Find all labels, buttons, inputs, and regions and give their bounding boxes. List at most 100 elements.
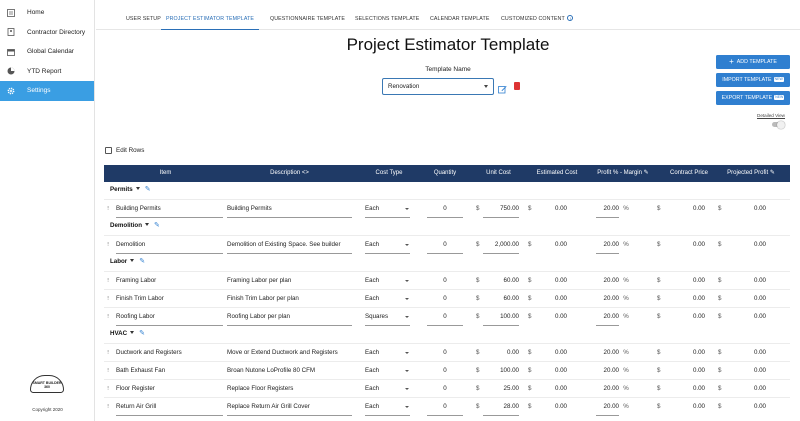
edit-rows-checkbox[interactable] (105, 147, 112, 154)
cost-type-select[interactable]: Squares (365, 308, 410, 326)
description-input[interactable]: Replace Floor Registers (227, 380, 352, 398)
group-header[interactable]: Permits ✎ (110, 185, 151, 193)
profit-margin-input[interactable]: 20.00 (596, 344, 619, 362)
edit-icon[interactable]: ✎ (770, 170, 775, 176)
quantity-input[interactable]: 0 (427, 362, 463, 380)
tab-calendar-template[interactable]: CALENDAR TEMPLATE (430, 0, 490, 30)
description-input[interactable]: Framing Labor per plan (227, 272, 352, 290)
unit-cost-input[interactable]: 750.00 (483, 200, 519, 218)
cost-type-select[interactable]: Each (365, 362, 410, 380)
drag-handle-icon[interactable]: ⠇ (107, 278, 111, 284)
profit-margin-input[interactable]: 20.00 (596, 380, 619, 398)
edit-group-icon[interactable]: ✎ (154, 221, 160, 229)
profit-margin-input[interactable]: 20.00 (596, 272, 619, 290)
unit-cost-input[interactable]: 28.00 (483, 398, 519, 416)
tab-project-estimator-template[interactable]: PROJECT ESTIMATOR TEMPLATE (161, 0, 260, 30)
item-input[interactable]: Demolition (116, 236, 223, 254)
description-input[interactable]: Replace Return Air Grill Cover (227, 398, 352, 416)
logo-mark: SMART BUILDER 360 (30, 375, 64, 393)
item-input[interactable]: Roofing Labor (116, 308, 223, 326)
cost-type-select[interactable]: Each (365, 272, 410, 290)
export-template-button[interactable]: EXPORT TEMPLATE NEW (716, 91, 790, 105)
edit-group-icon[interactable]: ✎ (139, 329, 145, 337)
item-input[interactable]: Ductwork and Registers (116, 344, 223, 362)
drag-handle-icon[interactable]: ⠇ (107, 314, 111, 320)
profit-margin-input[interactable]: 20.00 (596, 200, 619, 218)
import-template-button[interactable]: IMPORT TEMPLATE NEW (716, 73, 790, 87)
cost-type-select[interactable]: Each (365, 200, 410, 218)
edit-icon[interactable]: ✎ (644, 170, 649, 176)
cost-type-select[interactable]: Each (365, 380, 410, 398)
tab-questionnaire-template[interactable]: QUESTIONNAIRE TEMPLATE (270, 0, 345, 30)
quantity-input[interactable]: 0 (427, 398, 463, 416)
cost-type-select[interactable]: Each (365, 290, 410, 308)
profit-margin-input[interactable]: 20.00 (596, 398, 619, 416)
drag-handle-icon[interactable]: ⠇ (107, 404, 111, 410)
table-row: ⠇ Return Air Grill Replace Return Air Gril… (104, 397, 790, 416)
sidebar-item-home[interactable]: Home (0, 3, 94, 23)
unit-cost-input[interactable]: 100.00 (483, 308, 519, 326)
description-input[interactable]: Roofing Labor per plan (227, 308, 352, 326)
edit-template-icon[interactable] (498, 81, 507, 99)
info-icon[interactable]: i (567, 14, 574, 21)
sidebar-item-global-calendar[interactable]: Global Calendar (0, 42, 94, 62)
drag-handle-icon[interactable]: ⠇ (107, 242, 111, 248)
unit-cost-input[interactable]: 25.00 (483, 380, 519, 398)
description-input[interactable]: Move or Extend Ductwork and Registers (227, 344, 352, 362)
quantity-input[interactable]: 0 (427, 290, 463, 308)
sidebar-item-settings[interactable]: Settings (0, 81, 94, 101)
caret-down-icon[interactable] (135, 187, 140, 190)
item-input[interactable]: Return Air Grill (116, 398, 223, 416)
tab-selections-template[interactable]: SELECTIONS TEMPLATE (355, 0, 419, 30)
item-input[interactable]: Finish Trim Labor (116, 290, 223, 308)
quantity-input[interactable]: 0 (427, 236, 463, 254)
sidebar-item-ytd-report[interactable]: YTD Report (0, 62, 94, 82)
detailed-view-toggle[interactable] (772, 120, 785, 129)
profit-margin-input[interactable]: 20.00 (596, 308, 619, 326)
sidebar-item-contractor-directory[interactable]: Contractor Directory (0, 23, 94, 43)
tab-customized-content[interactable]: CUSTOMIZED CONTENT i (501, 0, 574, 30)
item-input[interactable]: Floor Register (116, 380, 223, 398)
tab-user-setup[interactable]: USER SETUP (126, 0, 161, 30)
delete-template-icon[interactable] (514, 82, 520, 90)
group-header[interactable]: Demolition ✎ (110, 221, 160, 229)
item-input[interactable]: Framing Labor (116, 272, 223, 290)
caret-down-icon[interactable] (130, 331, 135, 334)
profit-margin-input[interactable]: 20.00 (596, 362, 619, 380)
quantity-input[interactable]: 0 (427, 308, 463, 326)
profit-margin-input[interactable]: 20.00 (596, 290, 619, 308)
unit-cost-input[interactable]: 60.00 (483, 290, 519, 308)
quantity-input[interactable]: 0 (427, 200, 463, 218)
expand-icon[interactable]: <> (302, 170, 309, 176)
unit-cost-input[interactable]: 2,000.00 (483, 236, 519, 254)
quantity-input[interactable]: 0 (427, 380, 463, 398)
edit-group-icon[interactable]: ✎ (139, 257, 145, 265)
description-input[interactable]: Demolition of Existing Space. See builde… (227, 236, 352, 254)
drag-handle-icon[interactable]: ⠇ (107, 368, 111, 374)
unit-cost-input[interactable]: 100.00 (483, 362, 519, 380)
edit-group-icon[interactable]: ✎ (145, 185, 151, 193)
caret-down-icon[interactable] (144, 223, 149, 226)
description-input[interactable]: Building Permits (227, 200, 352, 218)
item-input[interactable]: Building Permits (116, 200, 223, 218)
description-input[interactable]: Broan Nutone LoProfile 80 CFM (227, 362, 352, 380)
description-input[interactable]: Finish Trim Labor per plan (227, 290, 352, 308)
template-name-select[interactable]: Renovation (382, 78, 494, 95)
cost-type-select[interactable]: Each (365, 344, 410, 362)
group-header[interactable]: HVAC ✎ (110, 329, 145, 337)
unit-cost-input[interactable]: 0.00 (483, 344, 519, 362)
caret-down-icon[interactable] (130, 259, 135, 262)
drag-handle-icon[interactable]: ⠇ (107, 296, 111, 302)
drag-handle-icon[interactable]: ⠇ (107, 386, 111, 392)
item-input[interactable]: Bath Exhaust Fan (116, 362, 223, 380)
quantity-input[interactable]: 0 (427, 344, 463, 362)
drag-handle-icon[interactable]: ⠇ (107, 350, 111, 356)
quantity-input[interactable]: 0 (427, 272, 463, 290)
profit-margin-input[interactable]: 20.00 (596, 236, 619, 254)
unit-cost-input[interactable]: 60.00 (483, 272, 519, 290)
drag-handle-icon[interactable]: ⠇ (107, 206, 111, 212)
cost-type-select[interactable]: Each (365, 236, 410, 254)
add-template-button[interactable]: + ADD TEMPLATE (716, 55, 790, 69)
cost-type-select[interactable]: Each (365, 398, 410, 416)
group-header[interactable]: Labor ✎ (110, 257, 145, 265)
